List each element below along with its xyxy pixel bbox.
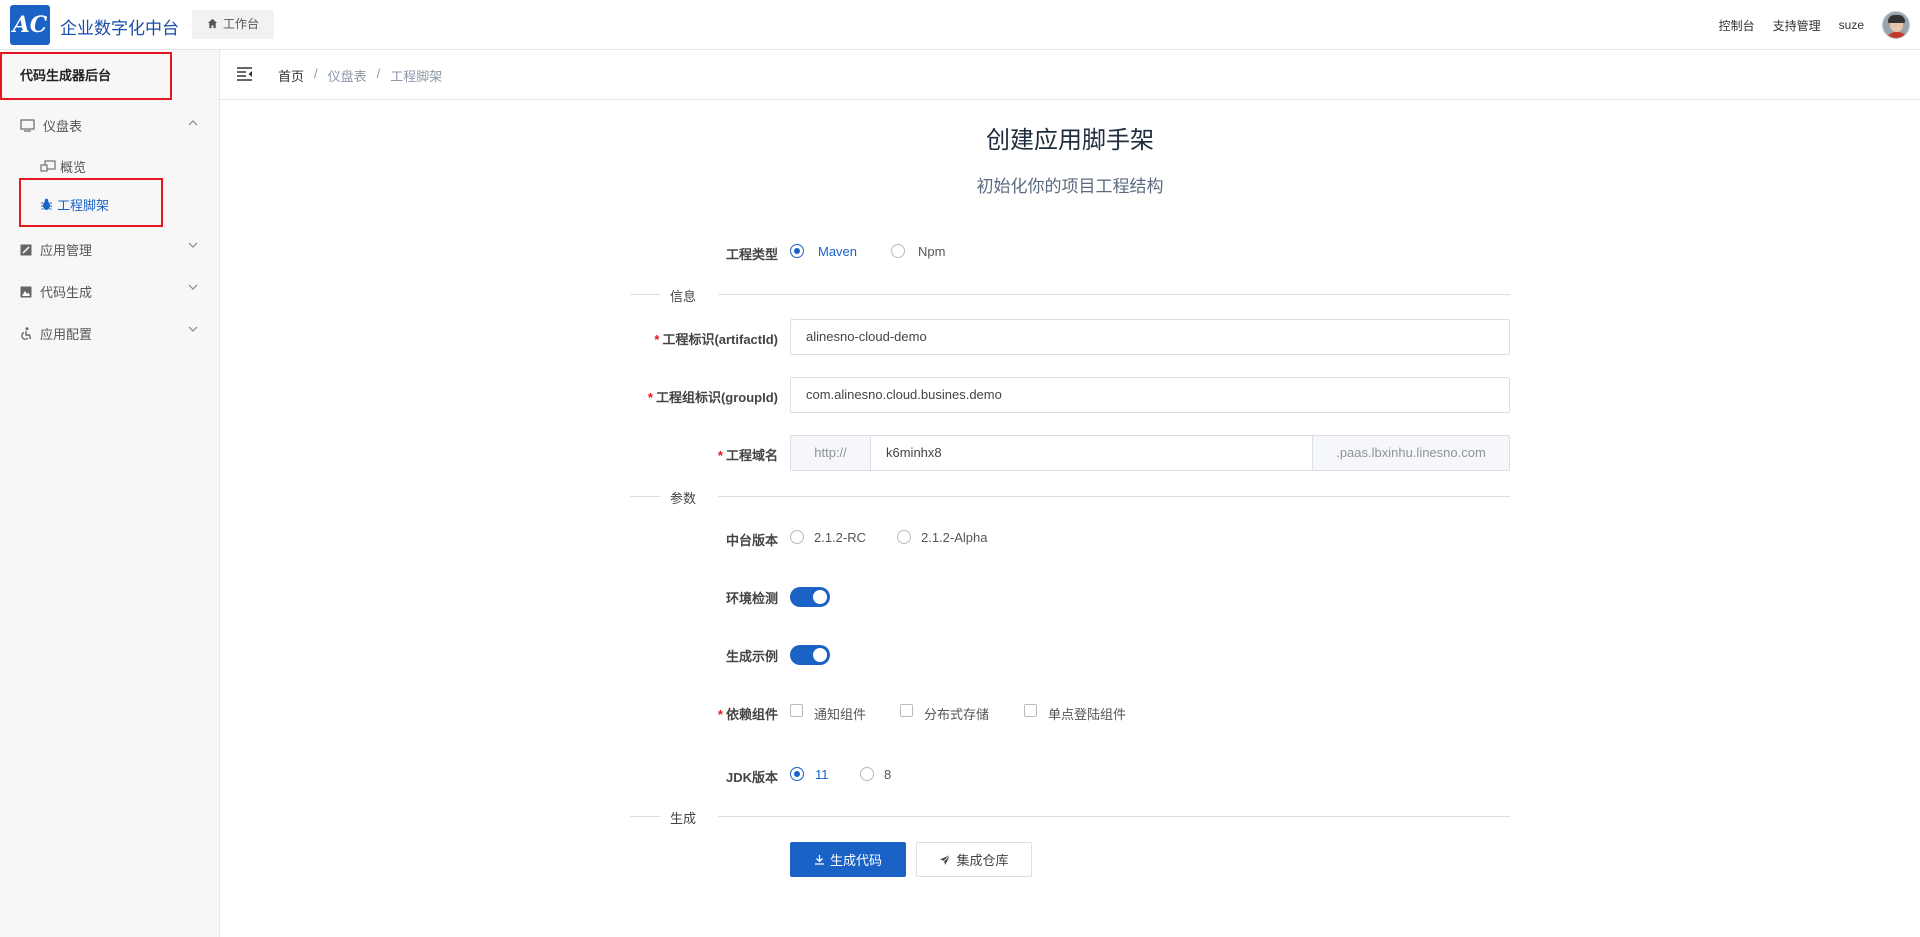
project-type-label: 工程类型: [725, 247, 778, 262]
radio-npm-label[interactable]: Npm: [918, 244, 945, 259]
sidebar-item-label: 应用管理: [40, 243, 93, 258]
radio-rc-label[interactable]: 2.1.2-RC: [814, 530, 866, 545]
domain-input[interactable]: k6minhx8: [870, 435, 1313, 471]
radio-jdk-11[interactable]: [790, 767, 804, 781]
sidebar-title: 代码生成器后台: [0, 52, 172, 100]
checkbox-storage-label[interactable]: 分布式存储: [924, 704, 989, 723]
generate-code-button[interactable]: 生成代码: [790, 842, 906, 877]
generate-code-label: 生成代码: [829, 853, 882, 868]
workbench-tab[interactable]: 工作台: [192, 10, 275, 39]
radio-npm[interactable]: [891, 244, 905, 258]
integrate-repo-button[interactable]: 集成仓库: [916, 842, 1032, 877]
sidebar-item-label: 代码生成: [40, 285, 93, 300]
section-generate: 生成: [630, 806, 1510, 826]
group-id-input[interactable]: com.alinesno.cloud.busines.demo: [790, 377, 1510, 413]
artifact-id-label: * 工程标识(artifactId): [654, 332, 778, 347]
user-name[interactable]: suze: [1839, 18, 1864, 32]
checkbox-notify-label[interactable]: 通知组件: [814, 704, 866, 723]
brand-title[interactable]: 企业数字化中台: [60, 14, 179, 39]
chevron-down-icon[interactable]: [188, 324, 198, 334]
radio-maven[interactable]: [790, 244, 804, 258]
checkbox-sso[interactable]: [1024, 704, 1037, 717]
breadcrumb: 首页 / 仪盘表 / 工程脚架: [278, 66, 452, 85]
platform-version-label: 中台版本: [725, 533, 778, 548]
app-icon: [20, 244, 32, 255]
send-icon: [940, 854, 951, 865]
breadcrumb-dashboard[interactable]: 仪盘表: [328, 66, 367, 85]
section-params: 参数: [630, 486, 1510, 506]
page-subtitle: 初始化你的项目工程结构: [976, 177, 1164, 196]
sidebar-item-app-config[interactable]: 应用配置: [20, 324, 92, 343]
radio-rc[interactable]: [790, 530, 804, 544]
breadcrumb-home[interactable]: 首页: [278, 66, 304, 85]
checkbox-storage[interactable]: [900, 704, 913, 717]
radio-jdk-8-label[interactable]: 8: [884, 767, 891, 782]
breadcrumb-separator: /: [314, 66, 318, 81]
chevron-down-icon[interactable]: [188, 282, 198, 292]
radio-alpha-label[interactable]: 2.1.2-Alpha: [921, 530, 988, 545]
top-bar: AC 企业数字化中台 工作台 控制台 支持管理 suze: [0, 0, 1920, 50]
workbench-tab-label: 工作台: [223, 17, 260, 31]
menu-fold-icon[interactable]: [236, 66, 253, 82]
artifact-id-input[interactable]: alinesno-cloud-demo: [790, 319, 1510, 355]
checkbox-notify[interactable]: [790, 704, 803, 717]
gen-example-label: 生成示例: [725, 649, 778, 664]
jdk-label: JDK版本: [725, 770, 778, 785]
checkbox-sso-label[interactable]: 单点登陆组件: [1048, 704, 1126, 723]
breadcrumb-bar: 首页 / 仪盘表 / 工程脚架: [220, 50, 1920, 100]
bug-icon: [41, 198, 52, 210]
breadcrumb-separator: /: [376, 66, 381, 81]
section-info: 信息: [630, 284, 1510, 304]
group-id-label: * 工程组标识(groupId): [647, 390, 778, 405]
gen-example-toggle[interactable]: [790, 645, 830, 665]
logo[interactable]: AC: [10, 5, 50, 45]
support-link[interactable]: 支持管理: [1773, 17, 1821, 34]
download-icon: [814, 855, 824, 865]
sidebar-item-code-generation[interactable]: 代码生成: [20, 282, 92, 301]
console-link[interactable]: 控制台: [1719, 17, 1755, 34]
radio-maven-label[interactable]: Maven: [818, 244, 857, 259]
sidebar-item-label: 应用配置: [40, 327, 93, 342]
radio-jdk-8[interactable]: [860, 767, 874, 781]
sidebar-item-app-management[interactable]: 应用管理: [20, 240, 92, 259]
home-icon: [207, 18, 218, 29]
chevron-down-icon[interactable]: [188, 240, 198, 250]
integrate-repo-label: 集成仓库: [956, 853, 1009, 868]
domain-label: * 工程域名: [717, 448, 778, 463]
radio-alpha[interactable]: [897, 530, 911, 544]
env-check-toggle[interactable]: [790, 587, 830, 607]
section-params-title: 参数: [670, 491, 697, 506]
image-icon: [20, 286, 32, 297]
top-right-nav: 控制台 支持管理 suze: [1701, 0, 1920, 50]
domain-suffix: .paas.lbxinhu.linesno.com: [1312, 435, 1510, 471]
radio-jdk-11-label[interactable]: 11: [815, 767, 829, 782]
avatar[interactable]: [1882, 11, 1910, 39]
accessibility-icon: [21, 327, 32, 340]
sidebar-subitem-label: 工程脚架: [57, 198, 110, 213]
section-info-title: 信息: [670, 289, 697, 304]
env-check-label: 环境检测: [725, 591, 778, 606]
section-generate-title: 生成: [670, 811, 697, 826]
page-title: 创建应用脚手架: [986, 127, 1154, 154]
dependencies-label: * 依赖组件: [717, 707, 778, 722]
domain-prefix: http://: [790, 435, 871, 471]
breadcrumb-current: 工程脚架: [390, 69, 443, 84]
